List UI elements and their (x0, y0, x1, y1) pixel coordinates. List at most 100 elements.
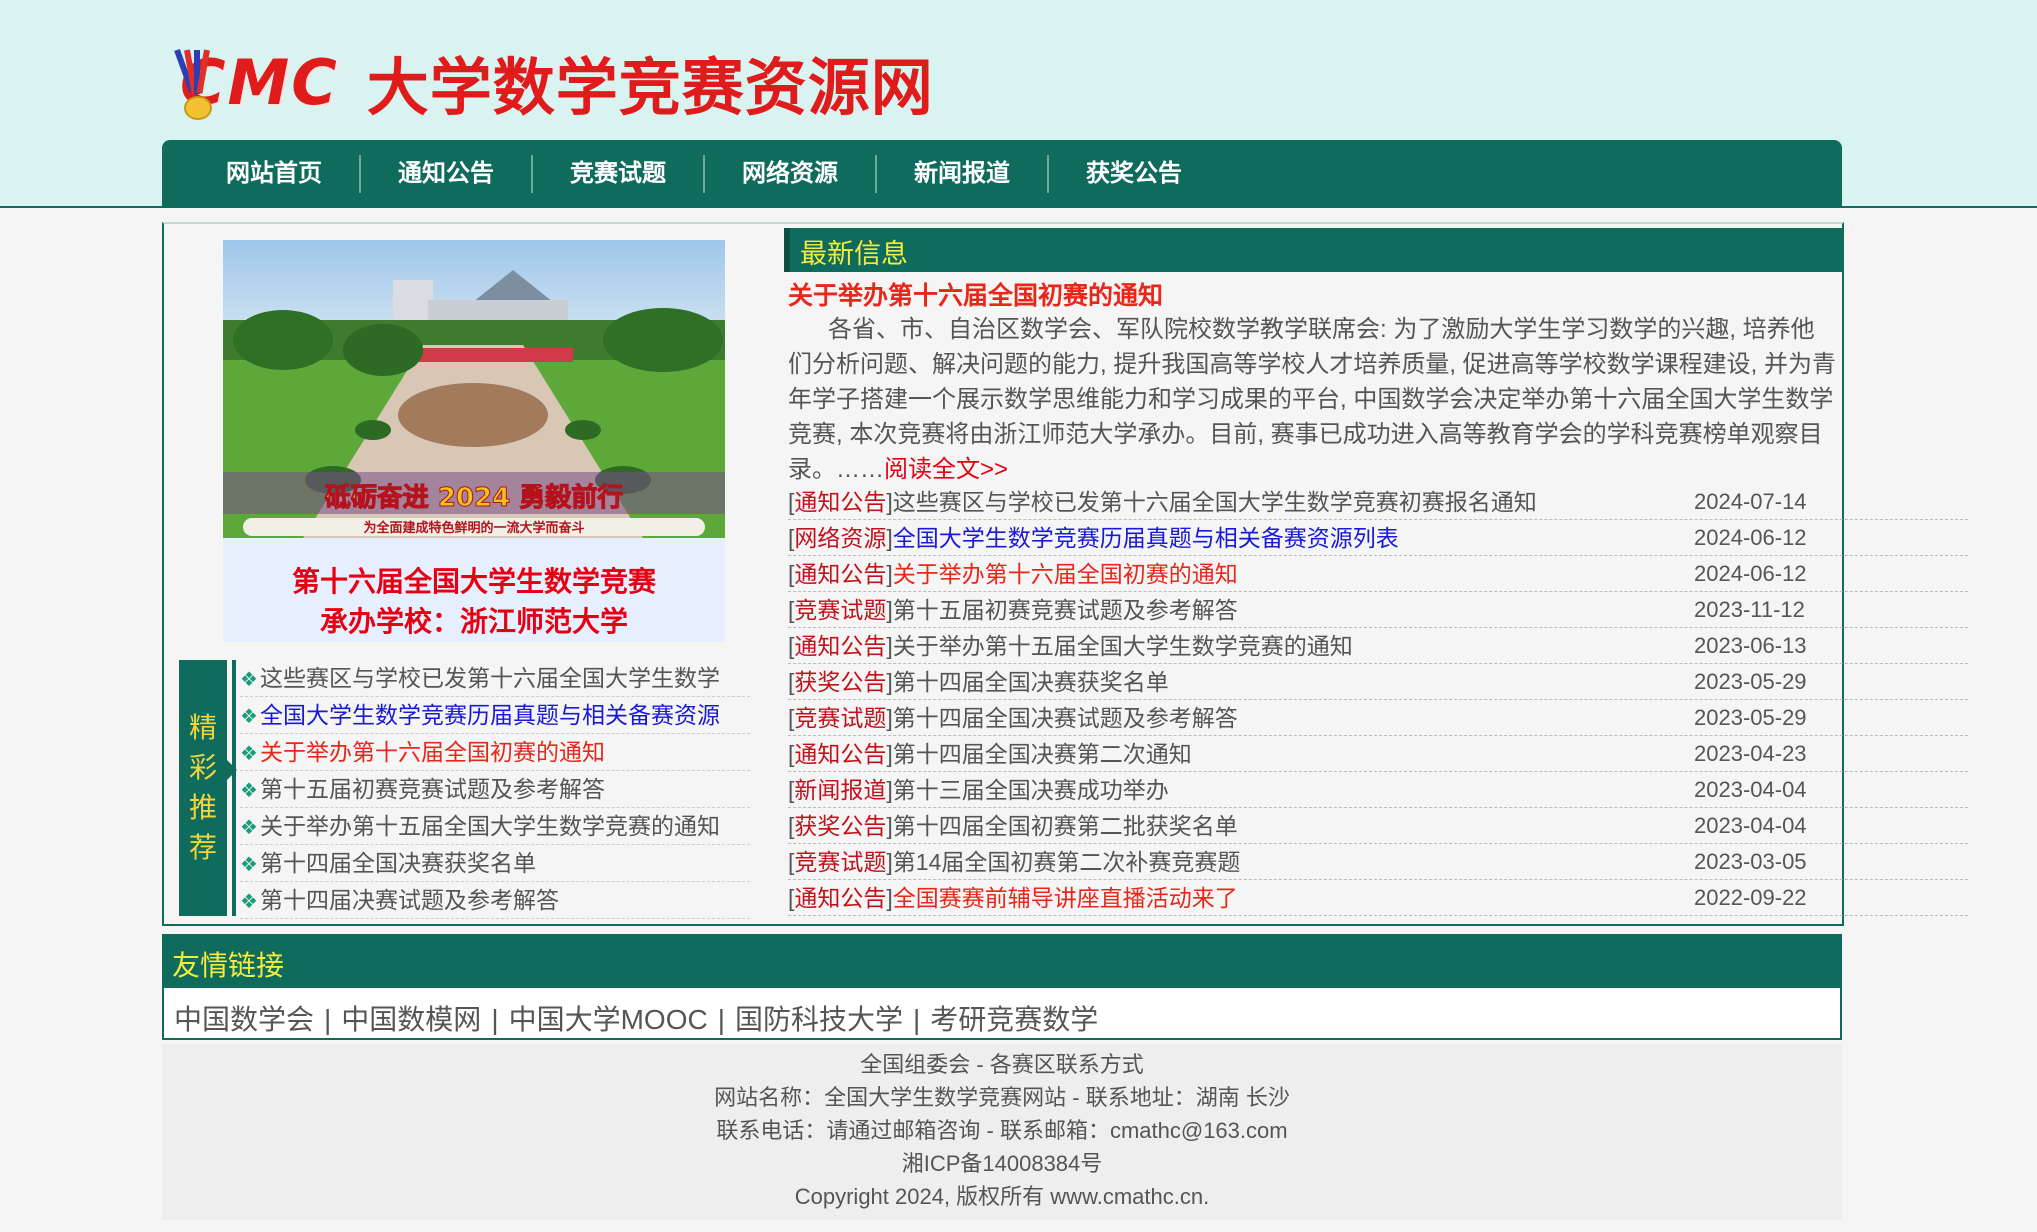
news-category-link[interactable]: 通知公告 (794, 741, 886, 767)
photo-subslogan: 为全面建成特色鲜明的一流大学而奋斗 (363, 520, 584, 536)
diamond-bullet-icon: ❖ (240, 780, 258, 802)
news-category-link[interactable]: 竞赛试题 (794, 849, 886, 875)
news-category-link[interactable]: 通知公告 (794, 561, 886, 587)
friend-link[interactable]: 中国数学会 (174, 1004, 314, 1035)
nav-item-2[interactable]: 通知公告 (361, 155, 533, 193)
news-row: [获奖公告]第十四届全国决赛获奖名单 2023-05-29 (788, 664, 1968, 700)
recommend-label-char: 精 (188, 712, 217, 743)
news-title-link[interactable]: 第十四届全国决赛获奖名单 (893, 669, 1169, 695)
recommend-label-char: 推 (188, 792, 217, 823)
news-title-link[interactable]: 这些赛区与学校已发第十六届全国大学生数学竞赛初赛报名通知 (893, 489, 1537, 515)
news-date: 2024-06-12 (1694, 561, 1807, 586)
footer-contact-link[interactable]: 全国组委会 - 各赛区联系方式 (162, 1048, 1842, 1081)
news-title-link[interactable]: 第十四届全国决赛试题及参考解答 (893, 705, 1238, 731)
news-date: 2023-04-23 (1694, 741, 1807, 766)
recommend-item-title: 关于举办第十五届全国大学生数学竞赛的通知 (259, 813, 720, 839)
recommend-item[interactable]: ❖全国大学生数学竞赛历届真题与相关备赛资源 (240, 697, 750, 734)
news-title-link[interactable]: 关于举办第十六届全国初赛的通知 (893, 561, 1238, 587)
news-row: [通知公告]第十四届全国决赛第二次通知 2023-04-23 (788, 736, 1968, 772)
news-row: [竞赛试题]第14届全国初赛第二次补赛竞赛题 2023-03-05 (788, 844, 1968, 880)
nav-item-5[interactable]: 新闻报道 (877, 155, 1049, 193)
news-title-link[interactable]: 第十三届全国决赛成功举办 (893, 777, 1169, 803)
recommend-item[interactable]: ❖关于举办第十五届全国大学生数学竞赛的通知 (240, 808, 750, 845)
news-date: 2023-04-04 (1694, 777, 1807, 802)
friend-link[interactable]: 考研竞赛数学 (930, 1004, 1098, 1035)
diamond-bullet-icon: ❖ (240, 891, 258, 913)
latest-heading: 最新信息 (800, 239, 908, 269)
news-category-link[interactable]: 获奖公告 (794, 813, 886, 839)
diamond-bullet-icon: ❖ (240, 854, 258, 876)
nav-item-1[interactable]: 网站首页 (162, 155, 361, 193)
recommend-label-char: 彩 (188, 752, 217, 783)
news-date: 2024-06-12 (1694, 525, 1807, 550)
diamond-bullet-icon: ❖ (240, 817, 258, 839)
row-divider (788, 915, 1968, 916)
recommend-label: 精彩推荐 (179, 660, 227, 916)
news-list: [通知公告]这些赛区与学校已发第十六届全国大学生数学竞赛初赛报名通知 2024-0… (788, 484, 1968, 916)
friend-links-heading: 友情链接 (172, 950, 285, 981)
recommend-divider (232, 660, 236, 916)
recommend-item[interactable]: ❖第十四届全国决赛获奖名单 (240, 845, 750, 882)
recommend-item-title: 全国大学生数学竞赛历届真题与相关备赛资源 (259, 702, 720, 728)
news-title-link[interactable]: 关于举办第十五届全国大学生数学竞赛的通知 (893, 633, 1353, 659)
site-logo[interactable]: CMC 大学数学竞赛资源网 (170, 46, 934, 124)
main-content: 砥砺奋进 2024 勇毅前行 为全面建成特色鲜明的一流大学而奋斗 第十六届全国大… (162, 222, 1968, 926)
news-row: [通知公告]关于举办第十五届全国大学生数学竞赛的通知 2023-06-13 (788, 628, 1968, 664)
news-row: [通知公告]这些赛区与学校已发第十六届全国大学生数学竞赛初赛报名通知 2024-0… (788, 484, 1968, 520)
diamond-bullet-icon: ❖ (240, 706, 258, 728)
news-date: 2024-07-14 (1694, 489, 1807, 514)
news-category-link[interactable]: 通知公告 (794, 885, 886, 911)
news-title-link[interactable]: 第十四届全国决赛第二次通知 (893, 741, 1192, 767)
feature-news-title[interactable]: 关于举办第十六届全国初赛的通知 (788, 276, 1163, 312)
news-category-link[interactable]: 竞赛试题 (794, 705, 886, 731)
news-category-link[interactable]: 通知公告 (794, 633, 886, 659)
friend-links: 中国数学会 | 中国数模网 | 中国大学MOOC | 国防科技大学 | 考研竞赛数学 (162, 988, 1842, 1040)
news-date: 2023-03-05 (1694, 849, 1807, 874)
news-row: [竞赛试题]第十四届全国决赛试题及参考解答 2023-05-29 (788, 700, 1968, 736)
nav-item-3[interactable]: 竞赛试题 (533, 155, 705, 193)
recommend-label-char: 荐 (188, 832, 217, 863)
footer-contact-info: 联系电话：请通过邮箱咨询 - 联系邮箱：cmathc@163.com (716, 1118, 1288, 1143)
medal-logo-icon (170, 46, 250, 120)
news-title-link[interactable]: 第十五届初赛竞赛试题及参考解答 (893, 597, 1238, 623)
recommend-item-title: 这些赛区与学校已发第十六届全国大学生数学 (259, 665, 720, 691)
nav-item-6[interactable]: 获奖公告 (1049, 155, 1219, 193)
news-title-link[interactable]: 第十四届全国初赛第二批获奖名单 (893, 813, 1238, 839)
link-separator: | (324, 1004, 332, 1035)
recommend-item-title: 第十五届初赛竞赛试题及参考解答 (259, 776, 605, 802)
footer: 全国组委会 - 各赛区联系方式 网站名称：全国大学生数学竞赛网站 - 联系地址：… (162, 1044, 1842, 1220)
recommend-item[interactable]: ❖第十四届决赛试题及参考解答 (240, 882, 750, 919)
latest-heading-bar: 最新信息 (784, 228, 1842, 272)
nav-item-4[interactable]: 网络资源 (705, 155, 877, 193)
news-title-link[interactable]: 全国赛赛前辅导讲座直播活动来了 (893, 885, 1238, 911)
banner-line1: 第十六届全国大学生数学竞赛 (291, 566, 656, 597)
feature-banner[interactable]: 砥砺奋进 2024 勇毅前行 为全面建成特色鲜明的一流大学而奋斗 第十六届全国大… (223, 240, 725, 642)
recommend-item-title: 第十四届全国决赛获奖名单 (259, 850, 536, 876)
recommend-item[interactable]: ❖第十五届初赛竞赛试题及参考解答 (240, 771, 750, 808)
recommend-item-title: 关于举办第十六届全国初赛的通知 (259, 739, 605, 765)
news-row: [竞赛试题]第十五届初赛竞赛试题及参考解答 2023-11-12 (788, 592, 1968, 628)
news-category-link[interactable]: 获奖公告 (794, 669, 886, 695)
news-date: 2023-04-04 (1694, 813, 1807, 838)
friend-link[interactable]: 国防科技大学 (735, 1004, 903, 1035)
news-date: 2023-11-12 (1694, 597, 1805, 622)
news-date: 2023-06-13 (1694, 633, 1807, 658)
recommend-item[interactable]: ❖这些赛区与学校已发第十六届全国大学生数学 (240, 660, 750, 697)
link-separator: | (913, 1004, 921, 1035)
news-category-link[interactable]: 新闻报道 (794, 777, 886, 803)
news-row: [通知公告]全国赛赛前辅导讲座直播活动来了 2022-09-22 (788, 880, 1968, 916)
news-category-link[interactable]: 竞赛试题 (794, 597, 886, 623)
news-category-link[interactable]: 通知公告 (794, 489, 886, 515)
footer-copyright: Copyright 2024, 版权所有 www.cmathc.cn. (794, 1184, 1210, 1209)
footer-icp[interactable]: 湘ICP备14008384号 (162, 1147, 1842, 1180)
news-title-link[interactable]: 第14届全国初赛第二次补赛竞赛题 (893, 849, 1241, 875)
news-date: 2022-09-22 (1694, 885, 1807, 910)
news-date: 2023-05-29 (1694, 705, 1807, 730)
friend-link[interactable]: 中国大学MOOC (509, 1004, 708, 1035)
news-category-link[interactable]: 网络资源 (794, 525, 886, 551)
read-more-link[interactable]: 阅读全文>> (884, 456, 1008, 483)
recommend-item[interactable]: ❖关于举办第十六届全国初赛的通知 (240, 734, 750, 771)
news-title-link[interactable]: 全国大学生数学竞赛历届真题与相关备赛资源列表 (893, 525, 1399, 551)
friend-link[interactable]: 中国数模网 (341, 1004, 481, 1035)
news-row: [新闻报道]第十三届全国决赛成功举办 2023-04-04 (788, 772, 1968, 808)
